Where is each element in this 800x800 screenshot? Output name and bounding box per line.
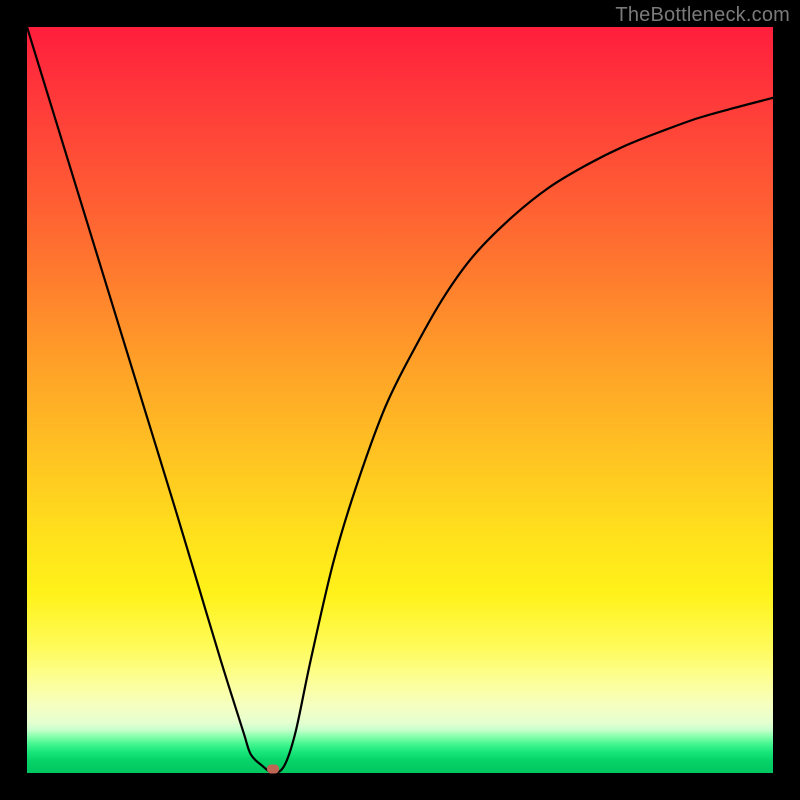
bottleneck-curve (27, 27, 773, 773)
plot-area (27, 27, 773, 773)
chart-container: TheBottleneck.com (0, 0, 800, 800)
watermark-text: TheBottleneck.com (615, 4, 790, 27)
optimal-point-marker (267, 765, 279, 774)
